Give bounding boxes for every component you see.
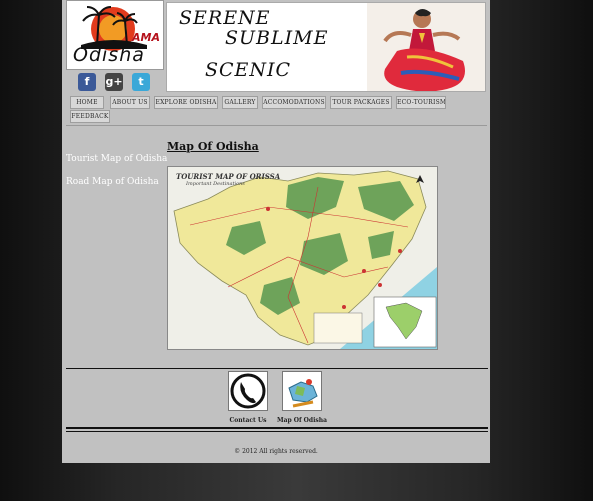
map-caption: TOURIST MAP OF ORISSA: [176, 172, 281, 181]
footer-divider-bottom-thin: [66, 431, 488, 432]
logo-tagline: AMA: [132, 31, 160, 44]
sidebar-link-road-map[interactable]: Road Map of Odisha: [66, 177, 159, 187]
banner-word-sublime: SUBLIME: [225, 27, 329, 49]
odissi-dancer-image: [367, 3, 485, 91]
logo-brand: Odisha: [73, 44, 145, 66]
footer-divider-top: [66, 368, 488, 369]
map-illustration: [168, 167, 437, 349]
nav-tour-packages[interactable]: TOUR PACKAGES: [330, 96, 392, 109]
nav-eco-tourism[interactable]: ECO-TOURISM: [396, 96, 446, 109]
nav-about-us[interactable]: ABOUT US: [110, 96, 150, 109]
footer-divider-bottom: [66, 427, 488, 429]
banner-word-serene: SERENE: [179, 7, 271, 29]
nav-feedback[interactable]: FEEDBACK: [70, 110, 110, 123]
site-logo[interactable]: AMA Odisha: [66, 0, 164, 70]
map-icon: [283, 372, 321, 410]
page-container: AMA Odisha SERENE SUBLIME SCENIC f g+ t …: [62, 0, 490, 463]
nav-home[interactable]: HOME: [70, 96, 104, 109]
footer-link-contact-us[interactable]: Contact Us: [226, 417, 270, 424]
google-plus-icon[interactable]: g+: [105, 73, 123, 91]
nav-gallery[interactable]: GALLERY: [222, 96, 258, 109]
copyright-text: © 2012 All rights reserved.: [234, 448, 318, 455]
map-subcaption: Important Destinations: [186, 181, 245, 187]
banner-word-scenic: SCENIC: [205, 59, 292, 81]
nav-explore-odisha[interactable]: EXPLORE ODISHA: [154, 96, 218, 109]
odisha-map-image[interactable]: TOURIST MAP OF ORISSA Important Destinat…: [167, 166, 438, 350]
nav-accomodations[interactable]: ACCOMODATIONS: [262, 96, 326, 109]
phone-icon: [230, 373, 266, 409]
twitter-icon[interactable]: t: [132, 73, 150, 91]
sidebar-link-tourist-map[interactable]: Tourist Map of Odisha: [66, 154, 167, 164]
footer-link-map-of-odisha[interactable]: Map Of Odisha: [274, 417, 330, 424]
contact-us-icon[interactable]: [228, 371, 268, 411]
map-of-odisha-icon[interactable]: [282, 371, 322, 411]
facebook-icon[interactable]: f: [78, 73, 96, 91]
nav-divider: [66, 125, 487, 126]
page-title: Map Of Odisha: [167, 140, 259, 153]
header-banner: SERENE SUBLIME SCENIC: [166, 2, 486, 92]
